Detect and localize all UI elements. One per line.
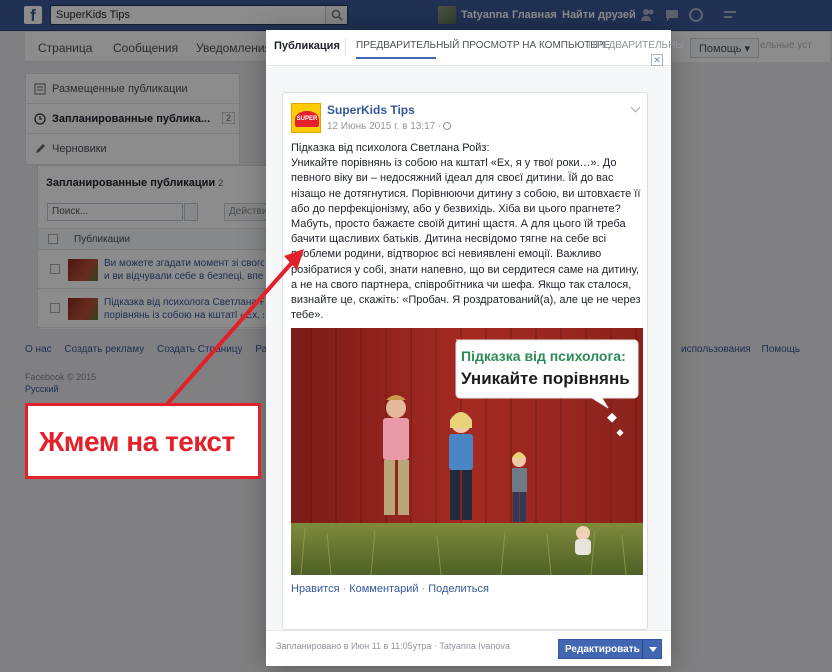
annotation-arrow-icon — [166, 249, 304, 405]
annotation-text: Жмем на текст — [39, 426, 235, 457]
annotation-callout: Жмем на текст — [25, 403, 261, 479]
